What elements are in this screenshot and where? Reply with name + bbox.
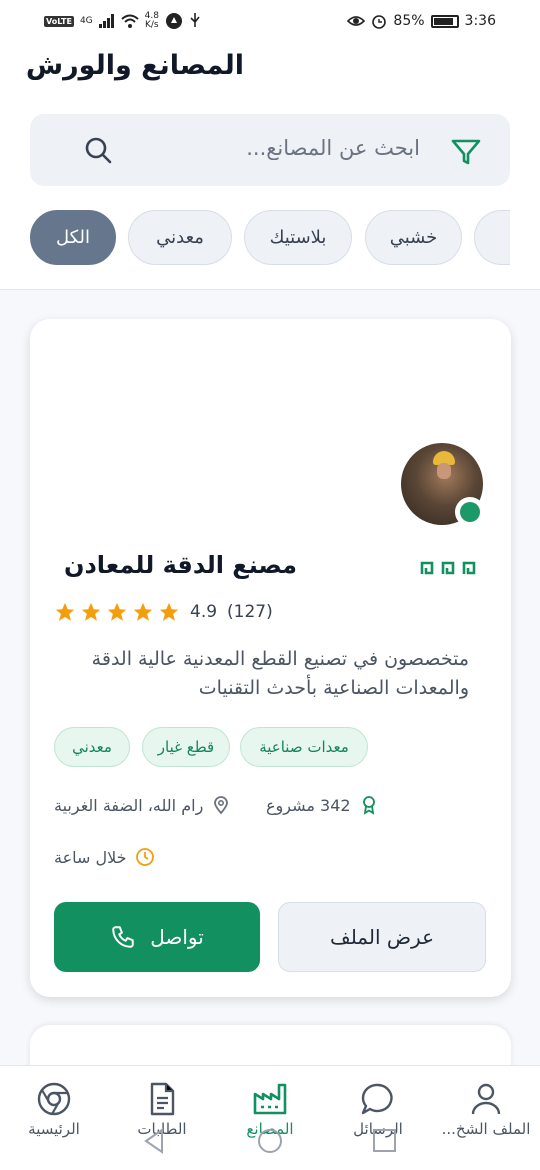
filter-chips: الكل معدني بلاستيك خشبي ة bbox=[30, 210, 510, 266]
signal-icon bbox=[98, 14, 114, 28]
speed-unit: K/s bbox=[145, 20, 159, 30]
chip-more[interactable]: ة bbox=[474, 210, 510, 265]
chat-icon bbox=[361, 1083, 393, 1115]
response-time-text: خلال ساعة bbox=[54, 847, 127, 867]
chip-metal[interactable]: معدني bbox=[128, 210, 232, 265]
factory-description: متخصصون في تصنيع القطع المعدنية عالية ال… bbox=[91, 648, 469, 699]
view-profile-button[interactable]: عرض الملف bbox=[278, 902, 486, 972]
chip-wood[interactable]: خشبي bbox=[365, 210, 462, 265]
back-icon[interactable] bbox=[144, 1128, 163, 1154]
rating-value: 4.9 bbox=[190, 602, 218, 622]
star-icon bbox=[55, 602, 75, 621]
award-icon bbox=[362, 796, 375, 815]
contact-button-label: تواصل bbox=[150, 925, 204, 949]
contact-button[interactable]: تواصل bbox=[54, 902, 260, 972]
user-icon bbox=[471, 1083, 501, 1115]
chrome-icon bbox=[37, 1082, 71, 1116]
wifi-icon bbox=[120, 14, 139, 28]
search-input[interactable] bbox=[110, 136, 420, 160]
status-bar: VoLTE 4G 4.8 K/s 85% 3:36 bbox=[0, 0, 540, 42]
recents-icon[interactable] bbox=[373, 1129, 396, 1152]
projects: 342 مشروع bbox=[266, 795, 379, 815]
star-icon bbox=[133, 602, 153, 621]
location-pin-icon bbox=[214, 796, 229, 815]
verified-badge bbox=[455, 497, 485, 527]
notification-icon bbox=[165, 13, 182, 29]
document-icon bbox=[150, 1082, 175, 1116]
search-bar[interactable] bbox=[30, 114, 510, 186]
tag-industrial-equipment: معدات صناعية bbox=[240, 727, 368, 767]
system-nav bbox=[144, 1128, 396, 1154]
battery-icon bbox=[430, 14, 459, 28]
tag-spare-parts: قطع غيار bbox=[142, 727, 230, 767]
eye-icon bbox=[347, 16, 366, 26]
volte-badge: VoLTE bbox=[44, 15, 74, 27]
search-icon[interactable] bbox=[84, 136, 112, 164]
star-icon bbox=[159, 602, 179, 621]
home-icon[interactable] bbox=[258, 1129, 282, 1153]
status-right: 85% 3:36 bbox=[347, 13, 496, 29]
factory-card[interactable]: مصنع الدقة للمعادن 4.9 (127) متخصصون في … bbox=[30, 319, 511, 997]
clock: 3:36 bbox=[464, 13, 496, 29]
verified-icon bbox=[460, 502, 480, 522]
rating-row: 4.9 (127) bbox=[54, 601, 273, 623]
chip-all[interactable]: الكل bbox=[30, 210, 116, 265]
filter-icon[interactable] bbox=[450, 136, 482, 168]
response-time: خلال ساعة bbox=[54, 847, 155, 867]
projects-count: 342 مشروع bbox=[266, 795, 351, 815]
clock-icon bbox=[135, 848, 154, 866]
network-speed: 4.8 K/s bbox=[145, 12, 159, 30]
header: المصانع والورش الكل معدني بلاستيك خشبي ة bbox=[0, 42, 540, 290]
network-type: 4G bbox=[79, 16, 93, 26]
rating-count: (127) bbox=[227, 602, 273, 622]
alarm-icon bbox=[372, 15, 387, 29]
factory-icon bbox=[253, 1083, 287, 1115]
tag-metal: معدني bbox=[54, 727, 130, 767]
star-icon bbox=[81, 602, 101, 621]
chip-plastic[interactable]: بلاستيك bbox=[244, 210, 352, 265]
status-left: VoLTE 4G 4.8 K/s bbox=[44, 12, 201, 30]
face-shape bbox=[437, 463, 451, 479]
battery-percent: 85% bbox=[393, 13, 425, 29]
phone-icon bbox=[112, 926, 134, 948]
brand-logo-icon bbox=[420, 561, 476, 575]
location: رام الله، الضفة الغربية bbox=[54, 795, 231, 815]
factory-name: مصنع الدقة للمعادن bbox=[63, 551, 297, 579]
page-title: المصانع والورش bbox=[25, 50, 244, 81]
usb-icon bbox=[190, 13, 200, 27]
location-text: رام الله، الضفة الغربية bbox=[54, 795, 204, 815]
star-icon bbox=[107, 602, 127, 621]
